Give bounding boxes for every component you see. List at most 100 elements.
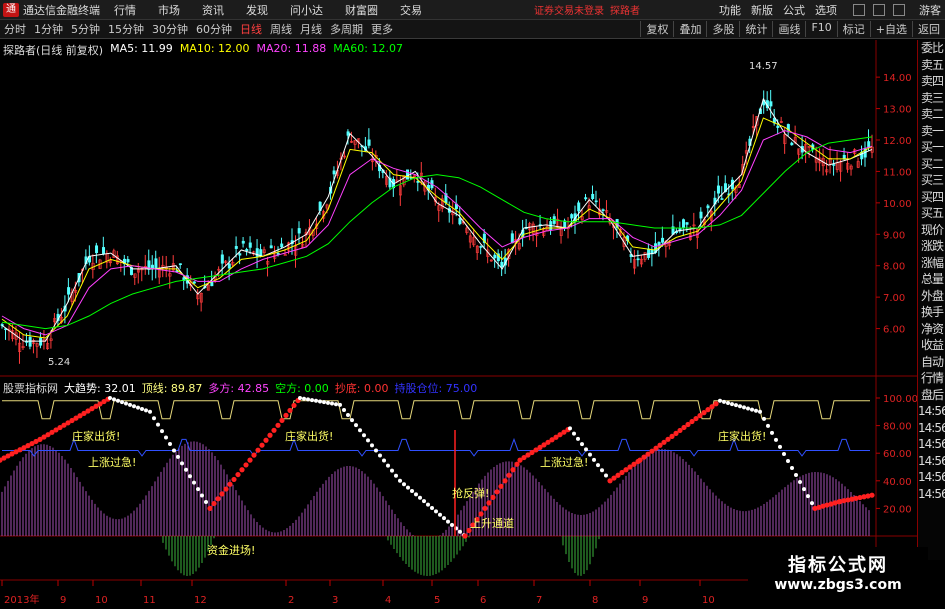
tool-stats[interactable]: 统计: [739, 21, 772, 37]
side-item-24[interactable]: 14:56: [918, 436, 945, 453]
candle-body: [269, 245, 273, 249]
period-tab-9[interactable]: 多周期: [330, 21, 363, 37]
menu-newversion[interactable]: 新版: [751, 2, 773, 18]
side-item-20[interactable]: 行情: [918, 370, 945, 387]
trend-dot: [418, 495, 422, 500]
tool-draw[interactable]: 画线: [772, 21, 805, 37]
candle-body: [769, 101, 773, 107]
side-item-11[interactable]: 现价: [918, 222, 945, 239]
side-item-0[interactable]: 委比: [918, 40, 945, 57]
side-item-21[interactable]: 盘后: [918, 387, 945, 404]
period-tab-5[interactable]: 60分钟: [196, 21, 232, 37]
side-item-4[interactable]: 卖二: [918, 106, 945, 123]
trend-dot: [204, 499, 208, 504]
annot-ascent-2: 上涨过急!: [540, 455, 588, 469]
tool-mark[interactable]: 标记: [836, 21, 870, 37]
period-tab-2[interactable]: 5分钟: [71, 21, 100, 37]
trend-dot: [338, 402, 342, 407]
menu-news[interactable]: 资讯: [202, 2, 224, 18]
side-item-22[interactable]: 14:56: [918, 403, 945, 420]
trend-dot: [506, 472, 512, 478]
trend-dot: [790, 466, 794, 471]
candle-body: [416, 180, 420, 183]
tool-f10[interactable]: F10: [805, 21, 836, 37]
user-label[interactable]: 游客: [919, 2, 941, 18]
trend-dot: [322, 400, 326, 405]
period-tab-7[interactable]: 周线: [270, 21, 292, 37]
period-tab-6[interactable]: 日线: [240, 21, 262, 37]
trend-dot: [734, 403, 738, 408]
trend-dot: [152, 416, 156, 421]
maximize-icon[interactable]: [893, 3, 905, 16]
side-item-14[interactable]: 总量: [918, 271, 945, 288]
trend-dot: [200, 493, 204, 498]
menu-market[interactable]: 市场: [158, 2, 180, 18]
side-item-3[interactable]: 卖三: [918, 90, 945, 107]
side-item-10[interactable]: 买五: [918, 205, 945, 222]
tool-back[interactable]: 返回: [912, 21, 945, 37]
side-item-5[interactable]: 卖一: [918, 123, 945, 140]
menu-options[interactable]: 选项: [815, 2, 837, 18]
trend-dot: [188, 474, 192, 479]
chart-area[interactable]: 14.00 13.00 12.00 11.00 10.00 9.00 8.00 7.00 6.0…: [0, 40, 945, 608]
date-tick-label: 2013年: [4, 593, 39, 606]
side-item-23[interactable]: 14:56: [918, 420, 945, 437]
candle-body: [67, 287, 71, 295]
trend-dot: [713, 401, 719, 407]
menu-trade[interactable]: 交易: [400, 2, 422, 18]
side-item-13[interactable]: 涨幅: [918, 255, 945, 272]
minimize-icon[interactable]: [853, 3, 865, 16]
period-tab-0[interactable]: 分时: [4, 21, 26, 37]
menu-wealth[interactable]: 财富圈: [345, 2, 378, 18]
trend-dot: [572, 431, 576, 436]
menu-function[interactable]: 功能: [719, 2, 741, 18]
trend-dot: [235, 471, 241, 478]
trend-dot: [310, 398, 314, 403]
trend-dot: [263, 437, 269, 443]
side-item-9[interactable]: 买四: [918, 189, 945, 206]
side-item-18[interactable]: 收益: [918, 337, 945, 354]
side-item-27[interactable]: 14:56: [918, 486, 945, 503]
period-tab-1[interactable]: 1分钟: [34, 21, 63, 37]
period-tab-10[interactable]: 更多: [371, 21, 393, 37]
side-item-2[interactable]: 卖四: [918, 73, 945, 90]
tool-overlay[interactable]: 叠加: [673, 21, 706, 37]
side-item-25[interactable]: 14:56: [918, 453, 945, 470]
trend-dot: [458, 529, 462, 534]
side-item-1[interactable]: 卖五: [918, 57, 945, 74]
menu-ask[interactable]: 问小达: [290, 2, 323, 18]
candle-body: [227, 263, 231, 269]
candle-body: [591, 193, 595, 200]
trend-dot: [726, 400, 730, 405]
side-item-17[interactable]: 净资: [918, 321, 945, 338]
price-tick-label: 13.00: [883, 105, 912, 116]
candle-body: [577, 202, 581, 212]
side-item-6[interactable]: 买一: [918, 139, 945, 156]
side-item-26[interactable]: 14:56: [918, 469, 945, 486]
period-tab-4[interactable]: 30分钟: [152, 21, 188, 37]
restore-icon[interactable]: [873, 3, 885, 16]
menu-discover[interactable]: 发现: [246, 2, 268, 18]
menu-quotes[interactable]: 行情: [114, 2, 136, 18]
period-tab-8[interactable]: 月线: [300, 21, 322, 37]
menu-formula[interactable]: 公式: [783, 2, 805, 18]
trend-dot: [291, 402, 297, 409]
trend-dot: [298, 396, 302, 400]
watermark-url: www.zbgs3.com: [774, 577, 902, 593]
side-item-8[interactable]: 买三: [918, 172, 945, 189]
side-item-19[interactable]: 自动: [918, 354, 945, 371]
watermark-title: 指标公式网: [788, 555, 888, 576]
login-notice[interactable]: 证券交易未登录: [534, 2, 604, 17]
candle-body: [584, 197, 588, 200]
side-item-15[interactable]: 外盘: [918, 288, 945, 305]
tool-multi[interactable]: 多股: [706, 21, 739, 37]
candle-body: [178, 263, 182, 265]
side-item-7[interactable]: 买二: [918, 156, 945, 173]
side-item-12[interactable]: 涨跌: [918, 238, 945, 255]
candle-body: [601, 209, 605, 211]
candle-body: [154, 258, 158, 269]
period-tab-3[interactable]: 15分钟: [108, 21, 144, 37]
tool-watchlist[interactable]: +自选: [869, 21, 912, 37]
tool-adjust[interactable]: 复权: [640, 21, 673, 37]
side-item-16[interactable]: 换手: [918, 304, 945, 321]
